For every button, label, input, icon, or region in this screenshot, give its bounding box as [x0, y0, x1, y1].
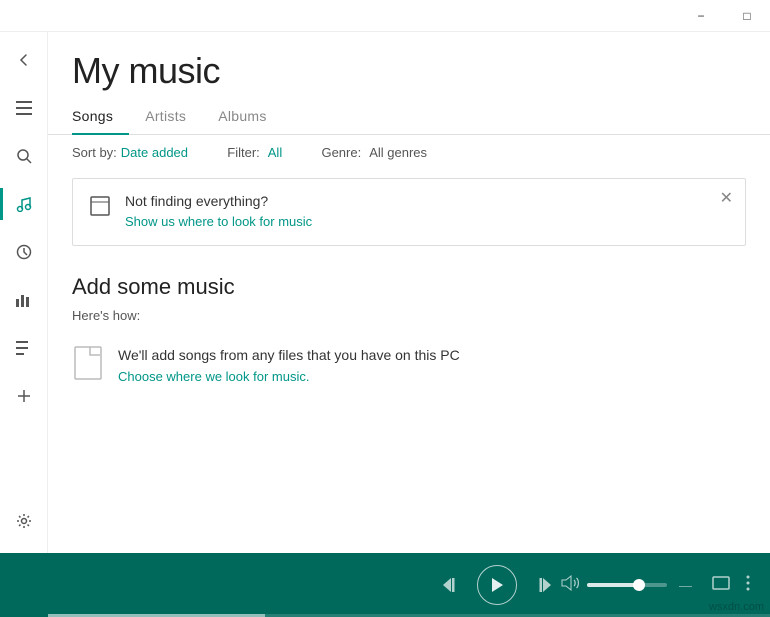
content-area: My music Songs Artists Albums Sort by: D… [48, 32, 770, 553]
player-bar: — [0, 553, 770, 617]
player-controls [433, 565, 561, 605]
titlebar: − □ [0, 0, 770, 32]
not-finding-banner: Not finding everything? Show us where to… [72, 178, 746, 246]
sort-label: Sort by: [72, 145, 117, 160]
next-button[interactable] [525, 567, 561, 603]
volume-dash: — [675, 578, 696, 593]
banner-link[interactable]: Show us where to look for music [125, 214, 312, 229]
prev-button[interactable] [433, 567, 469, 603]
filter-label: Filter: [227, 145, 260, 160]
add-music-item: We'll add songs from any files that you … [72, 343, 746, 387]
volume-fill [587, 583, 639, 587]
banner-text: Not finding everything? Show us where to… [125, 193, 729, 231]
sidebar-item-settings[interactable] [0, 497, 48, 545]
sidebar-item-menu[interactable] [0, 84, 48, 132]
more-options-button[interactable] [746, 575, 750, 596]
sidebar [0, 32, 48, 553]
volume-slider[interactable] [587, 583, 667, 587]
window-controls: − □ [678, 0, 770, 31]
banner-book-icon [89, 195, 113, 219]
sidebar-item-chart[interactable] [0, 276, 48, 324]
page-title: My music [48, 32, 770, 100]
tab-artists[interactable]: Artists [145, 100, 202, 134]
add-music-item-text: We'll add songs from any files that you … [118, 345, 460, 387]
sidebar-item-add[interactable] [0, 372, 48, 420]
play-button[interactable] [477, 565, 517, 605]
filters-bar: Sort by: Date added Filter: All Genre: A… [48, 135, 770, 170]
volume-icon[interactable] [561, 575, 579, 596]
filter-separator-2 [298, 145, 305, 160]
fullscreen-button[interactable] [712, 576, 730, 595]
tabs-bar: Songs Artists Albums [48, 100, 770, 135]
genre-value: All genres [369, 145, 427, 160]
choose-music-location-link[interactable]: Choose where we look for music. [118, 369, 309, 384]
add-music-file-icon [72, 343, 104, 383]
tab-albums[interactable]: Albums [218, 100, 282, 134]
add-music-section: Add some music Here's how: We'll add son… [48, 254, 770, 553]
genre-label: Genre: [321, 145, 361, 160]
player-right-controls: — [561, 575, 750, 596]
sidebar-item-back[interactable] [0, 36, 48, 84]
minimize-button[interactable]: − [678, 0, 724, 32]
add-music-subtitle: Here's how: [72, 308, 746, 323]
sidebar-item-recent[interactable] [0, 228, 48, 276]
sidebar-item-search[interactable] [0, 132, 48, 180]
app-body: My music Songs Artists Albums Sort by: D… [0, 32, 770, 553]
add-music-title: Add some music [72, 274, 746, 300]
maximize-button[interactable]: □ [724, 0, 770, 32]
sort-value[interactable]: Date added [121, 145, 188, 160]
sidebar-item-music[interactable] [0, 180, 48, 228]
volume-knob[interactable] [633, 579, 645, 591]
tab-songs[interactable]: Songs [72, 100, 129, 134]
banner-close-button[interactable]: ✕ [720, 191, 733, 207]
sidebar-item-playlist[interactable] [0, 324, 48, 372]
filter-value[interactable]: All [268, 145, 282, 160]
filter-separator-1 [204, 145, 211, 160]
banner-title: Not finding everything? [125, 193, 729, 209]
